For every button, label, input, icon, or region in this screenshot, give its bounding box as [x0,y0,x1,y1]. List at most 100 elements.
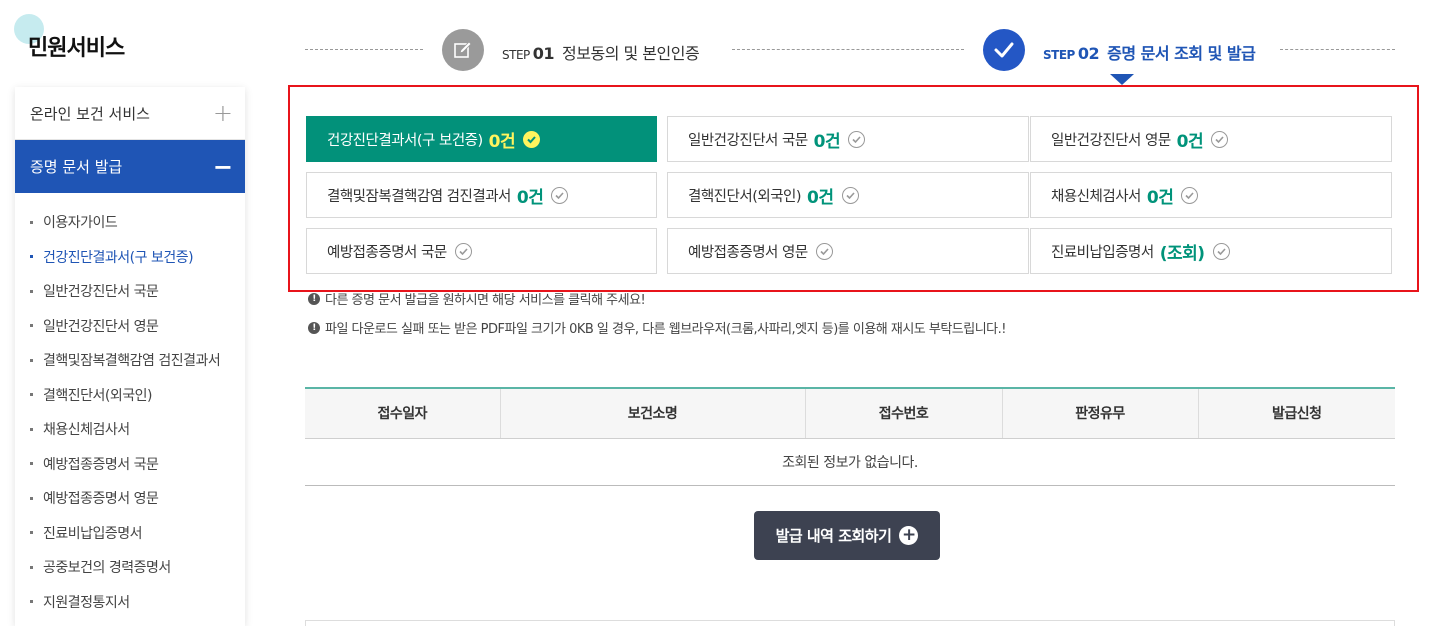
sidebar-sub-item-general-en[interactable]: 일반건강진단서 영문 [15,309,245,344]
sidebar-sub-item-general-kr[interactable]: 일반건강진단서 국문 [15,274,245,309]
sidebar-menu-label: 온라인 보건 서비스 [30,104,150,123]
exclamation-icon: ! [308,321,320,334]
sidebar-sub-item-tb-foreign[interactable]: 결핵진단서(외국인) [15,378,245,413]
sub-item-label: 예방접종증명서 영문 [43,491,159,508]
sidebar: 온라인 보건 서비스 + 증명 문서 발급 − 이용자가이드 건강진단결과서(구… [15,87,245,626]
step-number: 01 [532,44,555,63]
pencil-edit-icon [442,29,484,71]
step-dashed-line [1280,49,1395,50]
bullet-icon [30,496,33,500]
button-label: 발급 내역 조회하기 [775,527,892,545]
sub-item-label: 진료비납입증명서 [43,525,143,542]
sub-item-label: 결핵진단서(외국인) [43,387,152,404]
cert-label: 일반건강진단서 영문 [1051,132,1171,149]
table-row: 조회된 정보가 없습니다. [305,438,1395,486]
bullet-icon [30,324,33,328]
sub-item-label: 채용신체검사서 [43,422,130,439]
sidebar-sub-item-health-result[interactable]: 건강진단결과서(구 보건증) [15,240,245,275]
bullet-icon [30,358,33,362]
sidebar-sub-item-medical-payment[interactable]: 진료비납입증명서 [15,516,245,551]
bullet-icon [30,531,33,535]
col-header-receipt-date: 접수일자 [305,388,500,439]
check-circle-icon [454,242,472,260]
notice-text: 다른 증명 문서 발급을 원하시면 해당 서비스를 클릭해 주세요! [325,293,646,308]
bottom-section-box [305,620,1395,626]
issue-history-search-button[interactable]: 발급 내역 조회하기 + [754,511,940,560]
sidebar-sub-item-employment[interactable]: 채용신체검사서 [15,412,245,447]
step-word: STEP [502,48,530,62]
cert-count: (조회) [1159,243,1205,264]
exclamation-icon: ! [308,292,320,305]
step-dashed-line [305,49,423,50]
cert-button-tb-latent[interactable]: 결핵및잠복결핵감염 검진결과서 0건 [306,172,657,218]
bullet-icon [30,565,33,569]
check-circle-icon [848,130,866,148]
cert-label: 채용신체검사서 [1051,188,1141,205]
cert-count: 0건 [1176,131,1204,152]
bullet-icon [30,462,33,466]
results-table: 접수일자 보건소명 접수번호 판정유무 발급신청 조회된 정보가 없습니다. [305,387,1395,486]
step-1-label: STEP 01 정보동의 및 본인인증 [502,40,700,64]
step-title: 증명 문서 조회 및 발급 [1107,44,1256,63]
cert-count: 0건 [516,187,544,208]
cert-button-employment[interactable]: 채용신체검사서 0건 [1030,172,1392,218]
expand-plus-icon[interactable]: + [213,101,233,125]
check-circle-icon [551,186,569,204]
check-circle-icon [815,242,833,260]
sidebar-sub-item-support-notice[interactable]: 지원결정통지서 [15,585,245,620]
sidebar-sub-item-public-doctor[interactable]: 공중보건의 경력증명서 [15,550,245,585]
bullet-icon [30,220,33,224]
cert-button-medical-payment[interactable]: 진료비납입증명서 (조회) [1030,228,1392,274]
sidebar-sub-item-vaccine-kr[interactable]: 예방접종증명서 국문 [15,447,245,482]
check-circle-icon [841,186,859,204]
sub-item-label: 이용자가이드 [43,215,118,232]
sidebar-sub-item-vaccine-en[interactable]: 예방접종증명서 영문 [15,481,245,516]
sub-item-label: 일반건강진단서 영문 [43,318,159,335]
check-circle-icon [1181,186,1199,204]
sidebar-sub-list: 이용자가이드 건강진단결과서(구 보건증) 일반건강진단서 국문 일반건강진단서… [15,193,245,619]
plus-circle-icon: + [899,526,919,545]
col-header-judgment: 판정유무 [1001,388,1198,439]
cert-label: 건강진단결과서(구 보건증) [327,132,483,149]
table-header-row: 접수일자 보건소명 접수번호 판정유무 발급신청 [305,388,1395,439]
sidebar-menu-certificate-issue[interactable]: 증명 문서 발급 − [15,140,245,193]
sub-item-label: 건강진단결과서(구 보건증) [43,249,194,266]
bullet-icon [30,255,33,259]
step-2-label: STEP 02 증명 문서 조회 및 발급 [1043,40,1256,64]
cert-button-tb-foreign[interactable]: 결핵진단서(외국인) 0건 [667,172,1029,218]
check-circle-icon [1212,242,1230,260]
cert-label: 일반건강진단서 국문 [688,132,808,149]
sidebar-sub-item-guide[interactable]: 이용자가이드 [15,205,245,240]
bullet-icon [30,427,33,431]
sub-item-label: 공중보건의 경력증명서 [43,560,171,577]
cert-button-vaccine-en[interactable]: 예방접종증명서 영문 [667,228,1029,274]
col-header-receipt-number: 접수번호 [804,388,1002,439]
step-number: 02 [1077,44,1100,63]
cert-label: 진료비납입증명서 [1051,244,1154,261]
step-dashed-line [732,49,964,50]
cert-button-vaccine-kr[interactable]: 예방접종증명서 국문 [306,228,657,274]
sidebar-sub-item-tb-latent[interactable]: 결핵및잠복결핵감염 검진결과서 [15,343,245,378]
notice-text: 파일 다운로드 실패 또는 받은 PDF파일 크기가 0KB 일 경우, 다른 … [325,322,1007,337]
sub-item-label: 결핵및잠복결핵감염 검진결과서 [43,353,221,370]
cert-label: 예방접종증명서 국문 [327,244,447,261]
cert-count: 0건 [1146,187,1174,208]
notice-line: ! 다른 증명 문서 발급을 원하시면 해당 서비스를 클릭해 주세요! [308,289,646,308]
bullet-icon [30,393,33,397]
cert-button-general-en[interactable]: 일반건강진단서 영문 0건 [1030,116,1392,162]
check-circle-icon [1211,130,1229,148]
sub-item-label: 예방접종증명서 국문 [43,456,159,473]
sidebar-menu-online-health[interactable]: 온라인 보건 서비스 + [15,87,245,140]
cert-label: 예방접종증명서 영문 [688,244,808,261]
col-header-issue-request: 발급신청 [1197,388,1395,439]
cert-label: 결핵및잠복결핵감염 검진결과서 [327,188,511,205]
cert-label: 결핵진단서(외국인) [688,188,802,205]
step-pointer-arrow-icon [1110,74,1134,85]
collapse-minus-icon[interactable]: − [213,155,233,179]
check-circle-icon [523,130,541,148]
cert-count: 0건 [488,131,516,152]
cert-button-health-result[interactable]: 건강진단결과서(구 보건증) 0건 [306,116,657,162]
bullet-icon [30,289,33,293]
cert-button-general-kr[interactable]: 일반건강진단서 국문 0건 [667,116,1029,162]
sub-item-label: 지원결정통지서 [43,594,130,611]
